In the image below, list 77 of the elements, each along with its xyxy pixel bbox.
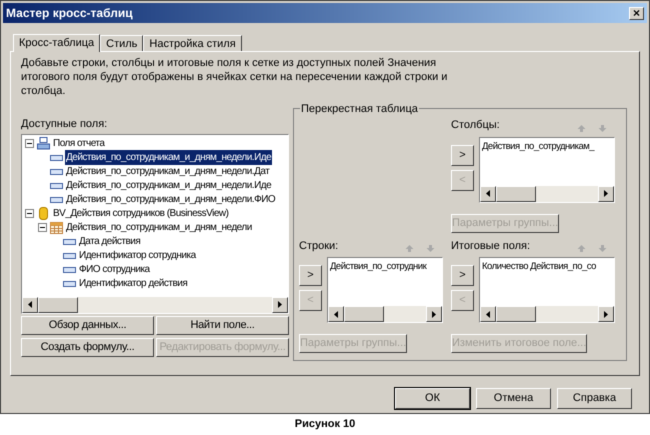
scroll-right-icon	[604, 190, 608, 197]
figure-caption: Рисунок 10	[294, 417, 356, 432]
button[interactable]: Отмена	[476, 388, 551, 409]
button[interactable]: >	[299, 265, 322, 286]
list-item[interactable]: Действия_по_сотрудник	[330, 260, 440, 273]
field-icon	[63, 266, 76, 272]
collapse-icon[interactable]	[38, 223, 47, 232]
horizontal-scrollbar[interactable]	[480, 186, 614, 202]
field-icon	[63, 238, 76, 244]
list-item[interactable]: Количество Действия_по_со	[482, 260, 612, 273]
scroll-right-icon	[604, 310, 608, 318]
list-box[interactable]: Действия_по_сотрудник	[327, 257, 443, 323]
collapse-icon[interactable]	[25, 209, 34, 218]
scroll-left-icon	[486, 190, 490, 197]
tree-item[interactable]: Идентификатор действия	[78, 276, 188, 291]
scroll-left-button[interactable]	[22, 296, 38, 312]
scroll-left-icon	[486, 310, 490, 318]
button[interactable]: Справка	[557, 388, 632, 409]
scroll-right-button[interactable]	[598, 186, 614, 202]
tree-item[interactable]: Действия_по_сотрудникам_и_дням_недели.Иде	[65, 178, 272, 193]
field-icon	[63, 252, 76, 258]
button[interactable]: Обзор данных...	[21, 316, 154, 334]
zone-label: Строки:	[299, 238, 338, 254]
fields-tree[interactable]	[21, 134, 289, 314]
tree-item[interactable]: Действия_по_сотрудникам_и_дням_недели.ФИО	[65, 192, 276, 207]
report-fields-icon	[37, 137, 50, 150]
tab[interactable]: Кросс-таблица	[13, 34, 100, 52]
close-button[interactable]: ×	[629, 6, 644, 20]
scroll-left-icon	[334, 310, 338, 318]
button[interactable]: Найти поле...	[156, 316, 289, 334]
horizontal-scrollbar[interactable]	[328, 306, 442, 322]
scroll-left-button[interactable]	[480, 306, 496, 322]
scroll-right-icon	[432, 310, 436, 318]
collapse-icon[interactable]	[25, 139, 34, 148]
list-box[interactable]: Количество Действия_по_со	[479, 257, 615, 323]
instructions-text: Добавьте строки, столбцы и итоговые поля к сетке из доступных полей Значения итогового поля будут отображены в ячейках сетки на пересечении каждой строки и столбца.	[21, 56, 448, 98]
button[interactable]: >	[451, 144, 474, 166]
field-icon	[63, 280, 76, 286]
scrollbar-thumb[interactable]	[496, 306, 536, 322]
group-title: Перекрестная таблица	[300, 101, 419, 118]
tree-item[interactable]: Действия_по_сотрудникам_и_дням_недели	[65, 220, 253, 235]
tab[interactable]: Стиль	[100, 35, 144, 51]
scroll-left-icon	[28, 301, 32, 308]
list-box[interactable]: Действия_по_сотрудникам_	[479, 136, 615, 202]
button[interactable]: Создать формулу...	[21, 338, 154, 356]
window-title: Мастер кросс-таблиц	[6, 5, 133, 22]
tree-item[interactable]: Дата действия	[78, 234, 142, 249]
tab[interactable]: Настройка стиля	[143, 35, 242, 51]
available-fields-label: Доступные поля:	[21, 117, 108, 132]
scroll-left-button[interactable]	[480, 186, 496, 202]
table-icon	[50, 222, 63, 234]
tree-item[interactable]: BV_Действия сотрудников (BusinessView)	[52, 206, 230, 221]
scroll-right-button[interactable]	[598, 306, 614, 322]
database-icon	[39, 207, 48, 220]
tree-item[interactable]: ФИО сотрудника	[78, 262, 151, 277]
scroll-left-button[interactable]	[328, 306, 344, 322]
tree-item[interactable]: Идентификатор сотрудника	[78, 248, 197, 263]
horizontal-scrollbar[interactable]	[480, 306, 614, 322]
scroll-right-icon	[278, 301, 282, 308]
tree-item[interactable]: Действия_по_сотрудникам_и_дням_недели.Иде	[65, 150, 272, 165]
field-icon	[50, 154, 63, 160]
scrollbar-thumb[interactable]	[344, 306, 384, 322]
scrollbar-thumb[interactable]	[496, 186, 536, 202]
zone-label: Столбцы:	[451, 118, 500, 133]
tree-item[interactable]: Действия_по_сотрудникам_и_дням_недели.Дат	[65, 164, 270, 179]
zone-label: Итоговые поля:	[451, 238, 530, 254]
scrollbar-thumb[interactable]	[38, 296, 78, 312]
tree-item[interactable]: Поля отчета	[52, 136, 106, 151]
button[interactable]: >	[451, 265, 474, 286]
field-icon	[50, 168, 63, 174]
scroll-right-button[interactable]	[272, 296, 288, 312]
field-icon	[50, 182, 63, 188]
horizontal-scrollbar[interactable]	[22, 296, 288, 312]
list-item[interactable]: Действия_по_сотрудникам_	[482, 140, 612, 152]
field-icon	[50, 196, 63, 202]
button[interactable]: ОК	[395, 388, 470, 409]
scroll-right-button[interactable]	[426, 306, 442, 322]
